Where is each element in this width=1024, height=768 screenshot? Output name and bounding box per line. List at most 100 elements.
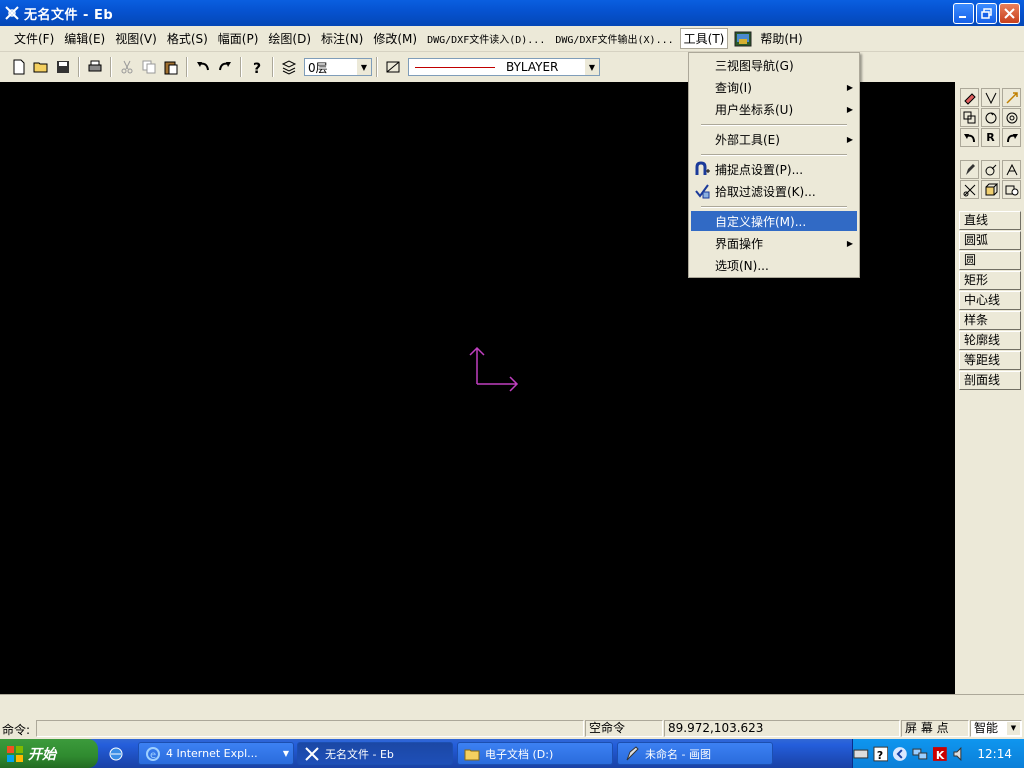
antivirus-icon[interactable]: K xyxy=(932,746,948,762)
menu-dwg-export[interactable]: DWG/DXF文件输出(X)... xyxy=(551,29,677,48)
menu-modify[interactable]: 修改(M) xyxy=(369,28,421,49)
coordinate-readout: 89.972,103.623 xyxy=(664,720,900,737)
task-explorer-folder[interactable]: 电子文档 (D:) xyxy=(457,742,613,765)
copy-button[interactable] xyxy=(138,56,160,78)
task-internet-explorer[interactable]: e 4 Internet Expl... ▼ xyxy=(138,742,294,765)
menu-draw[interactable]: 绘图(D) xyxy=(264,28,315,49)
menu-dwg-import[interactable]: DWG/DXF文件读入(D)... xyxy=(423,29,549,48)
picture-icon[interactable] xyxy=(734,31,752,47)
status-bar: 命令: 空命令 89.972,103.623 屏 幕 点 智能 ▼ xyxy=(0,718,1024,739)
linetype-button[interactable] xyxy=(382,56,404,78)
menu-help[interactable]: 帮助(H) xyxy=(756,28,806,49)
menu-item-ucs[interactable]: 用户坐标系(U) ▶ xyxy=(691,99,857,119)
close-button[interactable] xyxy=(999,2,1020,24)
menu-item-label: 查询(I) xyxy=(715,80,752,95)
menu-item-external-tools[interactable]: 外部工具(E) ▶ xyxy=(691,129,857,149)
copy-object-icon[interactable] xyxy=(960,108,979,127)
menu-item-snap-settings[interactable]: 捕捉点设置(P)... xyxy=(691,159,857,179)
back-arrow-icon[interactable] xyxy=(892,746,908,762)
menu-item-interface-operation[interactable]: 界面操作 ▶ xyxy=(691,233,857,253)
new-file-icon xyxy=(13,59,25,75)
toolbar-separator xyxy=(240,57,242,77)
task-label: 电子文档 (D:) xyxy=(485,747,554,761)
undo-button[interactable] xyxy=(192,56,214,78)
menu-file[interactable]: 文件(F) xyxy=(10,28,58,49)
menu-dimension[interactable]: 标注(N) xyxy=(317,28,367,49)
menu-separator xyxy=(701,154,847,156)
draw-spline-button[interactable]: 样条 xyxy=(959,311,1021,330)
submenu-arrow-icon: ▶ xyxy=(846,134,853,144)
command-input[interactable] xyxy=(36,720,584,737)
eraser-icon[interactable] xyxy=(960,88,979,107)
linetype-value: BYLAYER xyxy=(506,60,559,74)
new-button[interactable] xyxy=(8,56,30,78)
printer-icon xyxy=(88,60,102,72)
trim-icon[interactable] xyxy=(981,88,1000,107)
block-icon[interactable] xyxy=(1002,180,1021,199)
menu-item-label: 三视图导航(G) xyxy=(715,58,794,73)
box-icon[interactable] xyxy=(981,180,1000,199)
draw-contour-button[interactable]: 轮廓线 xyxy=(959,331,1021,350)
snap-option-select[interactable]: 智能 ▼ xyxy=(970,720,1022,737)
scale-icon[interactable] xyxy=(1002,108,1021,127)
draw-arc-button[interactable]: 圆弧 xyxy=(959,231,1021,250)
rotate-icon[interactable] xyxy=(981,108,1000,127)
modify-tools-grid xyxy=(960,160,1022,199)
pen-icon[interactable] xyxy=(960,160,979,179)
ie-icon: e xyxy=(146,746,160,761)
network-icon[interactable] xyxy=(912,746,928,762)
layer-manager-button[interactable] xyxy=(278,56,300,78)
snap-option-value: 智能 xyxy=(974,721,999,735)
draw-circle-button[interactable]: 圆 xyxy=(959,251,1021,270)
start-button[interactable]: 开始 xyxy=(0,739,98,768)
print-button[interactable] xyxy=(84,56,106,78)
task-paint[interactable]: 未命名 - 画图 xyxy=(617,742,773,765)
chevron-down-icon: ▼ xyxy=(282,749,289,758)
menu-format[interactable]: 格式(S) xyxy=(163,28,212,49)
help-button[interactable]: ? xyxy=(246,56,268,78)
menu-separator xyxy=(701,206,847,208)
save-button[interactable] xyxy=(52,56,74,78)
paste-button[interactable] xyxy=(160,56,182,78)
undo-small-icon[interactable] xyxy=(960,128,979,147)
cut-button[interactable] xyxy=(116,56,138,78)
menu-item-custom-operation[interactable]: 自定义操作(M)... xyxy=(691,211,857,231)
redo-icon xyxy=(219,62,231,71)
browser-quicklaunch-icon[interactable] xyxy=(108,746,124,762)
menu-view[interactable]: 视图(V) xyxy=(111,28,161,49)
redraw-icon[interactable]: R xyxy=(981,128,1000,147)
menu-item-pick-filter[interactable]: 拾取过滤设置(K)... xyxy=(691,181,857,201)
text-tool-icon[interactable] xyxy=(1002,160,1021,179)
menu-edit[interactable]: 编辑(E) xyxy=(60,28,109,49)
draw-hatch-button[interactable]: 剖面线 xyxy=(959,371,1021,390)
snap-mode[interactable]: 屏 幕 点 xyxy=(901,720,969,737)
menu-item-query[interactable]: 查询(I) ▶ xyxy=(691,77,857,97)
clock[interactable]: 12:14 xyxy=(977,747,1012,761)
redo-button[interactable] xyxy=(214,56,236,78)
draw-line-button[interactable]: 直线 xyxy=(959,211,1021,230)
layer-select[interactable]: 0层 ▼ xyxy=(304,58,372,76)
extend-icon[interactable] xyxy=(1002,88,1021,107)
maximize-button[interactable] xyxy=(976,2,997,24)
draw-centerline-button[interactable]: 中心线 xyxy=(959,291,1021,310)
save-icon xyxy=(57,61,69,73)
menu-sheet[interactable]: 幅面(P) xyxy=(214,28,263,49)
cut-object-icon[interactable] xyxy=(960,180,979,199)
help-tray-icon[interactable]: ? xyxy=(873,746,889,762)
brush-icon[interactable] xyxy=(981,160,1000,179)
menu-tools[interactable]: 工具(T) xyxy=(679,28,729,49)
copy-icon xyxy=(142,60,156,74)
draw-offset-button[interactable]: 等距线 xyxy=(959,351,1021,370)
draw-rectangle-button[interactable]: 矩形 xyxy=(959,271,1021,290)
menu-item-three-view-nav[interactable]: 三视图导航(G) xyxy=(691,55,857,75)
task-eb-window[interactable]: 无名文件 - Eb xyxy=(297,742,453,765)
edit-tools-grid: R xyxy=(960,88,1022,147)
linetype-select[interactable]: BYLAYER ▼ xyxy=(408,58,600,76)
command-state: 空命令 xyxy=(585,720,663,737)
volume-icon[interactable] xyxy=(952,746,968,762)
minimize-button[interactable] xyxy=(953,2,974,24)
redo-small-icon[interactable] xyxy=(1002,128,1021,147)
menu-item-options[interactable]: 选项(N)... xyxy=(691,255,857,275)
keyboard-icon[interactable] xyxy=(853,746,869,762)
open-button[interactable] xyxy=(30,56,52,78)
